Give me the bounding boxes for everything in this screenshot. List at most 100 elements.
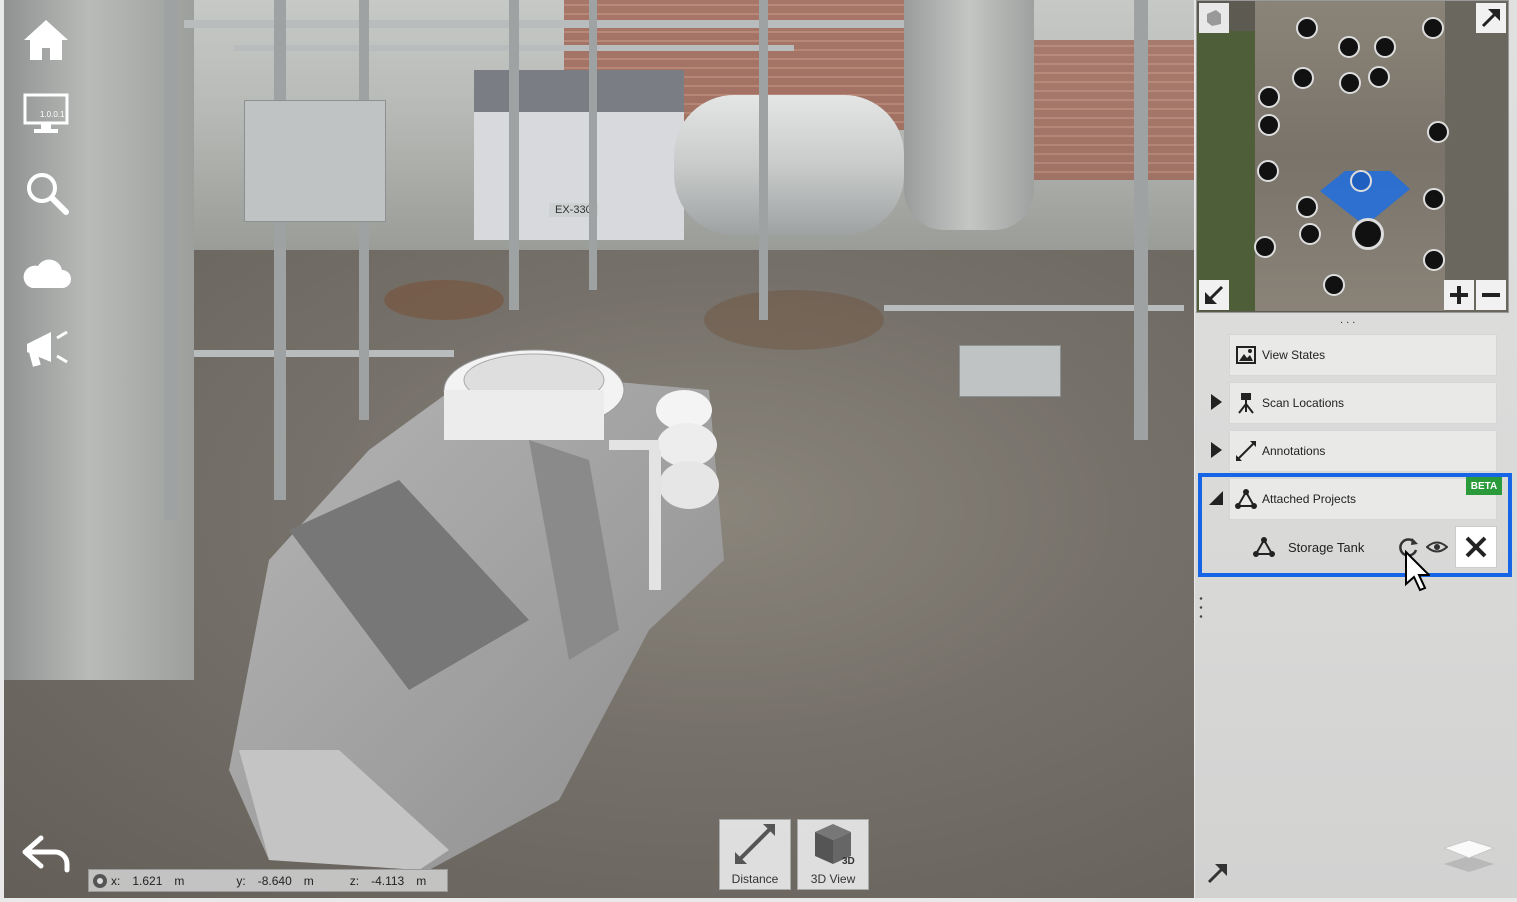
distance-tool-button[interactable]: Distance [719,819,791,890]
electrical-panel [244,100,386,222]
picture-icon [1230,346,1262,364]
scan-locations-row[interactable]: Scan Locations [1229,382,1497,424]
distance-icon [735,824,775,864]
zoom-in-button[interactable] [1444,280,1474,310]
background-drum [674,95,904,235]
y-label: y: [236,873,246,888]
scan-location-marker[interactable] [1368,66,1390,88]
z-value: -4.113 [371,873,405,888]
back-button[interactable] [18,826,74,882]
annotations-row[interactable]: Annotations [1229,430,1497,472]
post [164,0,178,520]
post [1134,0,1148,440]
current-scan-marker[interactable] [1352,218,1384,250]
coordinates-readout: x: 1.621 m y: -8.640 m z: -4.113 m [88,869,448,892]
layer-cube-icon [1207,10,1221,26]
scan-location-marker[interactable] [1338,36,1360,58]
scan-location-marker[interactable] [1423,249,1445,271]
scan-locations-expand[interactable] [1207,393,1225,411]
post [759,0,768,320]
scan-location-marker[interactable] [1323,274,1345,296]
network-nodes-icon [1230,488,1262,510]
scan-location-marker[interactable] [1296,17,1318,39]
popout-button[interactable] [1205,860,1231,886]
tripod-icon [1230,392,1262,414]
3d-badge: 3D [842,856,855,867]
scan-location-marker[interactable] [1423,188,1445,210]
minimap-grass [1197,31,1255,311]
network-nodes-icon [1240,536,1288,558]
monitor-badge: 1.0.0.1 [40,110,65,119]
post [509,0,519,310]
scan-location-marker[interactable] [1292,67,1314,89]
post [589,0,597,290]
attached-projects-row[interactable]: Attached Projects [1229,478,1497,520]
view-states-row[interactable]: View States [1229,334,1497,376]
announcements-button[interactable] [18,320,74,376]
zoom-out-button[interactable] [1476,280,1506,310]
scan-location-marker[interactable] [1374,36,1396,58]
scan-location-marker[interactable] [1257,160,1279,182]
3d-view-label: 3D View [810,872,856,886]
panel-resize-handle[interactable]: . . . [1340,314,1355,326]
plus-icon [1450,286,1468,304]
rust-stain [384,280,504,320]
panel-side-handle[interactable] [1199,594,1203,624]
layers-icon [1442,839,1496,872]
scan-location-marker[interactable] [1427,121,1449,143]
attached-projects-collapse[interactable] [1207,489,1225,507]
monitor-button[interactable]: 1.0.0.1 [18,86,74,142]
z-unit: m [416,873,427,888]
storage-tank-model[interactable] [229,330,749,870]
home-icon [24,20,68,60]
scan-location-marker[interactable] [1258,86,1280,108]
annotations-expand[interactable] [1207,441,1225,459]
x-value: 1.621 [132,873,163,888]
megaphone-icon [27,330,68,367]
left-toolbar: 1.0.0.1 [0,0,90,898]
brick-wall-right [1034,40,1194,180]
storage-tank-label: Storage Tank [1288,539,1365,555]
3d-viewport[interactable]: EX-330 [4,0,1194,898]
scan-location-marker[interactable] [1296,196,1318,218]
scan-location-marker[interactable] [1339,72,1361,94]
cloud-button[interactable] [18,244,74,300]
scan-locations-label: Scan Locations [1262,396,1345,410]
minimap-expand-button[interactable] [1476,3,1506,33]
minimap-layer-button[interactable] [1199,3,1229,33]
attached-projects-label: Attached Projects [1262,492,1357,506]
beta-badge: BETA [1466,477,1502,495]
close-icon [1465,536,1487,558]
y-unit: m [303,873,314,888]
mouse-pointer-icon [1405,550,1430,592]
shed-roof [474,70,684,112]
scan-location-marker[interactable] [1350,170,1372,192]
minimap[interactable] [1196,0,1509,313]
collapse-arrow-icon [1205,285,1224,304]
caret-right-icon [1211,394,1222,410]
scan-location-marker[interactable] [1299,223,1321,245]
detach-project-button[interactable] [1455,526,1497,568]
3d-view-button[interactable]: 3D 3D View [797,819,869,890]
caret-down-icon [1209,491,1223,505]
equipment-base [959,345,1061,397]
cloud-icon [23,259,72,288]
home-button[interactable] [18,12,74,68]
view-states-label: View States [1262,348,1326,362]
search-button[interactable] [18,164,74,220]
scan-location-marker[interactable] [1254,236,1276,258]
popout-arrow-icon [1207,864,1227,884]
scan-location-marker[interactable] [1422,17,1444,39]
y-value: -8.640 [257,873,292,888]
minus-icon [1482,293,1500,297]
scan-location-marker[interactable] [1258,114,1280,136]
cube-icon: 3D [815,824,855,867]
minimap-edge [1445,1,1508,312]
layers-button[interactable] [1442,834,1496,876]
right-vessel [904,0,1034,230]
annotations-label: Annotations [1262,444,1326,458]
distance-label: Distance [731,872,779,886]
minimap-collapse-button[interactable] [1199,280,1229,310]
x-label: x: [111,873,121,888]
expand-arrow-icon [1481,9,1500,28]
